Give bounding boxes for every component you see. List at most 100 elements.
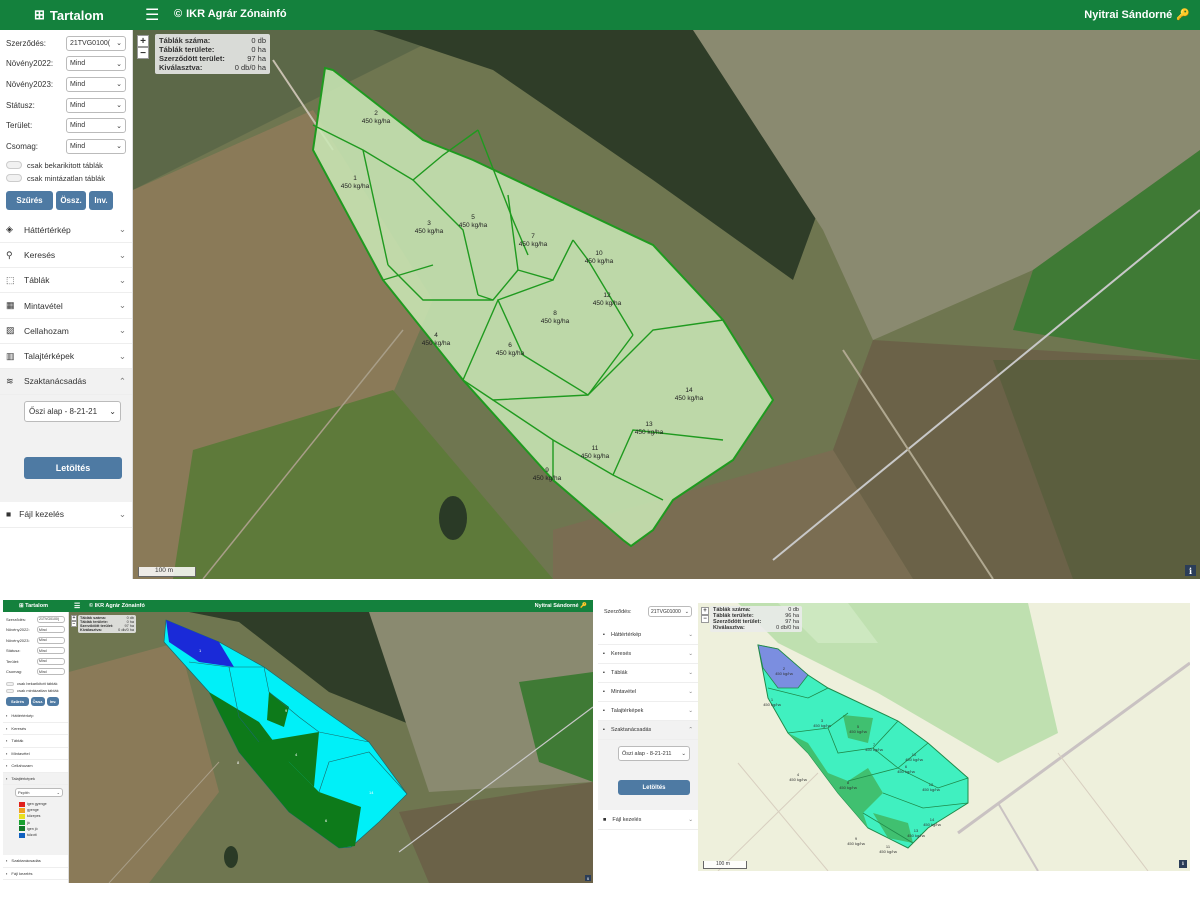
advice-select[interactable]: Őszi alap - 8-21-21 ⌄ <box>24 400 121 422</box>
thumb-map[interactable]: 1 9 8 4 6 14 Táblák száma: 0 db Táblák területe… <box>69 612 593 883</box>
thumb2-summary-box: Táblák száma: 0 db Táblák területe: 96 ha Sz… <box>710 606 802 632</box>
thumb2-info-button[interactable]: i <box>1179 860 1187 868</box>
download-button[interactable]: Letöltés <box>24 456 122 479</box>
thumb-invert-button[interactable]: Inv. <box>47 697 59 706</box>
thumb-accordion-item[interactable]: ▪ Keresés <box>3 723 68 735</box>
accordion-item-3[interactable]: ⬚ Táblák ⌄ <box>0 268 132 294</box>
thumb2-map-svg[interactable] <box>698 603 1190 871</box>
summary-box: Táblák száma: 0 db Táblák területe: 0 ha Sze… <box>155 34 270 74</box>
thumb-filter-select[interactable]: Mind <box>37 647 65 655</box>
accordion-item-file[interactable]: ■ Fájl kezelés ⌄ <box>0 502 132 528</box>
thumb-filter-select[interactable]: Mind <box>37 636 65 644</box>
accordion-item-7[interactable]: ≋ Szaktanácsadás ⌃ <box>0 369 132 395</box>
thumb2-accordion-item[interactable]: ▪ Keresés ⌄ <box>598 645 698 664</box>
filter-select[interactable]: Mind ⌄ <box>66 56 126 72</box>
filter-select[interactable]: Mind ⌄ <box>66 118 126 134</box>
thumb-filter-value: Mind <box>39 648 47 653</box>
summary-key: Kiválasztva: <box>159 63 203 72</box>
info-button[interactable]: i <box>1185 565 1196 576</box>
filter-select[interactable]: Mind ⌄ <box>66 97 126 113</box>
thumb2-filter-label: Szerződés: <box>604 608 632 615</box>
toggle-switch[interactable] <box>6 161 22 170</box>
thumb-filter-button[interactable]: Szűrés <box>6 697 29 706</box>
thumb2-download-button[interactable]: Letöltés <box>618 780 690 795</box>
thumb2-map[interactable]: 2 450 kg/ha 1 450 kg/ha 3 450 kg/ha 5 450 kg/ha… <box>698 603 1190 871</box>
thumb-filter-row: Növény2023: Mind <box>6 635 65 646</box>
thumb-filter-row: Terület: Mind <box>6 656 65 667</box>
toggle-switch[interactable] <box>6 174 22 183</box>
thumb2-filter-select[interactable]: 21TVG01000 ⌄ <box>648 606 692 617</box>
brand[interactable]: ⊞ Tartalom <box>34 7 104 23</box>
filter-button[interactable]: Szűrés <box>6 190 53 210</box>
thumb2-file-item[interactable]: ■ Fájl kezelés ⌄ <box>598 810 698 830</box>
accordion-item-5[interactable]: ▨ Cellahozam ⌄ <box>0 319 132 345</box>
thumb-filter-select[interactable]: 21TVG0100( <box>37 615 65 623</box>
thumb-soil-select[interactable]: Pzpiťn ⌄ <box>15 788 63 797</box>
thumb-info-button[interactable]: i <box>585 875 591 881</box>
chevron-down-icon: ⌄ <box>688 816 693 823</box>
thumb-filter-select[interactable]: Mind <box>37 657 65 665</box>
zoom-out-button[interactable]: − <box>137 47 149 59</box>
hamburger-icon[interactable]: ☰ <box>74 602 80 610</box>
accordion-item-4[interactable]: ▦ Mintavétel ⌄ <box>0 293 132 319</box>
zoom-in-button[interactable]: + <box>137 35 149 47</box>
accordion-item-6[interactable]: ▥ Talajtérképek ⌄ <box>0 344 132 370</box>
thumb-accordion-item[interactable]: ▪ Mintavétel <box>3 748 68 760</box>
thumbnail-soilmap: ⊞ Tartalom ☰ © IKR Agrár Zónainfó Nyitra… <box>3 600 593 883</box>
thumb2-accordion-item[interactable]: ▪ Táblák ⌄ <box>598 664 698 683</box>
invert-button[interactable]: Inv. <box>89 190 113 210</box>
thumb2-accordion-item[interactable]: ▪ Talajtérképek ⌄ <box>598 702 698 721</box>
summary-key: Táblák száma: <box>159 36 211 45</box>
thumb-accordion-item[interactable]: ▪ Cellahozam <box>3 760 68 773</box>
thumb-accordion-item[interactable]: ▪ Talajtérképek <box>3 772 68 785</box>
field-rate: 450 kg/ha <box>580 452 610 460</box>
thumb-accordion-item[interactable]: ▪ Fájl kezelés <box>3 868 68 880</box>
legend-swatch <box>19 801 25 807</box>
field-number: 1 <box>353 175 357 182</box>
filter-row: Terület: Mind ⌄ <box>6 115 126 136</box>
filter-select[interactable]: Mind ⌄ <box>66 76 126 92</box>
thumb-filter-select[interactable]: Mind <box>37 626 65 634</box>
thumb2-accordion-icon: ▪ <box>603 632 605 638</box>
thumb-map-svg[interactable] <box>69 612 593 883</box>
thumb-accordion-label: Keresés <box>11 725 27 731</box>
thumb2-field-label: 4 450 kg/ha <box>784 772 812 782</box>
thumb-toggle-label: csak bekarikitott táblák <box>17 681 58 686</box>
thumb-filter-select[interactable]: Mind <box>37 668 65 676</box>
thumb-accordion-item[interactable]: ▪ Táblák <box>3 735 68 748</box>
filter-row: Csomag: Mind ⌄ <box>6 136 126 157</box>
thumb2-accordion-item[interactable]: ▪ Szaktanácsadás ⌃ <box>598 721 698 740</box>
accordion-item-2[interactable]: ⚲ Keresés ⌄ <box>0 243 132 269</box>
thumb-toggle-row[interactable]: csak bekarikitott táblák <box>6 680 65 687</box>
field-layer[interactable] <box>133 30 1200 579</box>
thumb2-accordion-item[interactable]: ▪ Mintavétel ⌄ <box>598 683 698 702</box>
filter-select[interactable]: Mind ⌄ <box>66 138 126 154</box>
map-view[interactable]: 2 450 kg/ha 1 450 kg/ha 3 450 kg/ha 5 450 kg/ha… <box>133 30 1200 579</box>
thumb-summary-button[interactable]: Össz. <box>31 697 45 706</box>
thumb-accordion-item[interactable]: ▪ Szaktanácsadás <box>3 855 68 868</box>
chevron-down-icon: ⌄ <box>684 608 689 615</box>
user-menu[interactable]: Nyitrai Sándorné 🔑 <box>1084 8 1190 22</box>
toggle-row[interactable]: csak mintázatlan táblák <box>6 172 126 185</box>
toggle-switch[interactable] <box>6 688 14 693</box>
thumb2-advice-select[interactable]: Őszi alap - 8-21-211 ⌄ <box>618 746 690 761</box>
thumb-toggle-row[interactable]: csak mintázatlan táblák <box>6 687 65 694</box>
accordion-item-1[interactable]: ◈ Háttértérkép ⌄ <box>0 218 132 243</box>
thumb2-zoom-in[interactable]: + <box>701 607 709 615</box>
filter-select[interactable]: 21TVG0100(⌄ <box>66 35 126 51</box>
summary-button[interactable]: Össz. <box>56 190 86 210</box>
hamburger-icon[interactable]: ☰ <box>145 5 159 25</box>
toggle-switch[interactable] <box>6 681 14 686</box>
thumb2-zoom-out[interactable]: − <box>701 615 709 623</box>
thumb2-accordion-item[interactable]: ▪ Háttértérkép ⌄ <box>598 626 698 645</box>
thumb2-accordion-label: Keresés <box>610 651 632 657</box>
thumb-app-title: © IKR Agrár Zónainfó <box>89 603 145 609</box>
chevron-down-icon: ⌄ <box>681 750 686 757</box>
toggle-row[interactable]: csak bekarikitott táblák <box>6 159 126 172</box>
thumb-accordion-item[interactable]: ▪ Háttértérkép <box>3 710 68 723</box>
thumb-summary-box: Táblák száma: 0 db Táblák területe: 0 ha Sze… <box>78 615 136 633</box>
thumb-field-number: 9 <box>285 708 288 713</box>
layers-icon: ◈ <box>6 224 13 235</box>
thumb-zoom-out[interactable]: − <box>71 621 77 627</box>
chevron-down-icon: ⌄ <box>116 60 122 68</box>
